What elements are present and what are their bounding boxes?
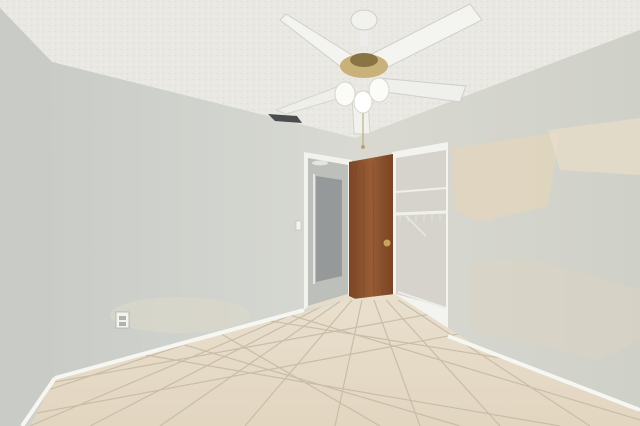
fan-motor-housing bbox=[350, 53, 378, 67]
light-bulb-icon bbox=[312, 160, 328, 166]
electrical-outlet-icon[interactable] bbox=[115, 311, 130, 329]
left-side-wall bbox=[0, 8, 55, 426]
fan-canopy bbox=[350, 9, 378, 31]
hallway-door[interactable] bbox=[316, 176, 342, 282]
light-switch-icon[interactable] bbox=[295, 220, 302, 231]
light-bulb-icon bbox=[353, 90, 373, 114]
light-bulb-icon bbox=[334, 81, 356, 107]
closet-shelf[interactable] bbox=[395, 210, 447, 216]
wall-patch bbox=[110, 297, 250, 333]
fan-pull-chain-end[interactable] bbox=[361, 145, 365, 149]
closet-interior bbox=[396, 150, 446, 308]
door-knob-icon[interactable] bbox=[383, 239, 391, 247]
bedroom-scene bbox=[0, 0, 640, 426]
